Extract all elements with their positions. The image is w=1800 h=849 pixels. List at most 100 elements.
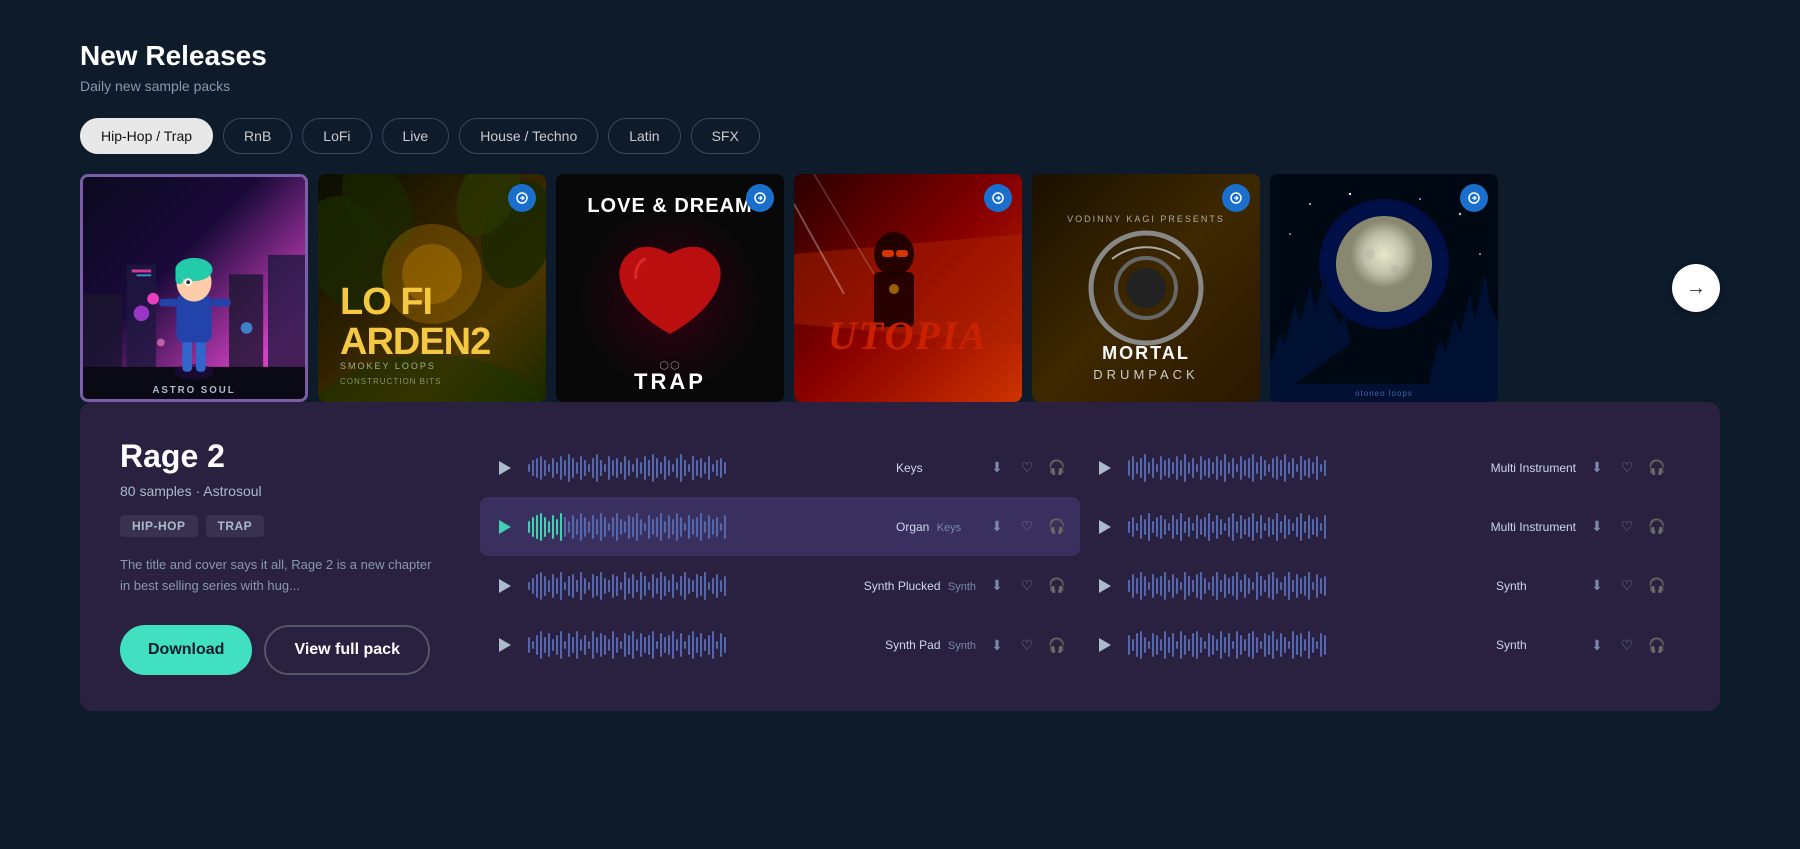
track-headphones-synth1[interactable]: 🎧 bbox=[1646, 575, 1668, 597]
track-play-keys[interactable] bbox=[492, 455, 518, 481]
track-row-synth1[interactable]: Synth ⬇ ♡ 🎧 bbox=[1080, 556, 1680, 615]
waveform-multi2 bbox=[1128, 509, 1481, 545]
track-download-multi1[interactable]: ⬇ bbox=[1586, 457, 1608, 479]
pack-tags: HIP-HOP TRAP bbox=[120, 515, 440, 537]
track-download-keys[interactable]: ⬇ bbox=[986, 457, 1008, 479]
track-play-synth-plucked[interactable] bbox=[492, 573, 518, 599]
svg-text:LO FI: LO FI bbox=[340, 281, 432, 323]
track-heart-multi1[interactable]: ♡ bbox=[1616, 457, 1638, 479]
play-icon-synth-plucked bbox=[499, 579, 511, 593]
album-card-mortal[interactable]: VODINNY KAGI PRESENTS MORTAL DRUMPACK bbox=[1032, 174, 1260, 402]
track-play-multi1[interactable] bbox=[1092, 455, 1118, 481]
svg-text:TRAP: TRAP bbox=[634, 369, 706, 394]
svg-text:SMOKEY LOOPS: SMOKEY LOOPS bbox=[340, 361, 436, 371]
track-row-multi1[interactable]: Multi Instrument ⬇ ♡ 🎧 bbox=[1080, 438, 1680, 497]
track-actions-organ: ⬇ ♡ 🎧 bbox=[986, 516, 1068, 538]
track-headphones-synth-plucked[interactable]: 🎧 bbox=[1046, 575, 1068, 597]
album-loop-icon-moon[interactable] bbox=[1460, 184, 1488, 212]
album-art-rage2: ASTRO SOUL bbox=[83, 177, 305, 399]
genre-tab-latin[interactable]: Latin bbox=[608, 118, 680, 154]
track-secondary-synth-plucked: Synth bbox=[948, 581, 976, 593]
tag-trap: TRAP bbox=[206, 515, 265, 537]
waveform-keys bbox=[528, 450, 886, 486]
genre-tab-house-techno[interactable]: House / Techno bbox=[459, 118, 598, 154]
track-play-multi2[interactable] bbox=[1092, 514, 1118, 540]
track-row-synth-plucked[interactable]: Synth Plucked Synth ⬇ ♡ 🎧 bbox=[480, 556, 1080, 615]
album-card-utopia[interactable]: UTOPIA bbox=[794, 174, 1022, 402]
track-label-multi1: Multi Instrument bbox=[1491, 461, 1576, 475]
album-loop-icon-love[interactable] bbox=[746, 184, 774, 212]
track-headphones-keys[interactable]: 🎧 bbox=[1046, 457, 1068, 479]
track-row-synth-pad[interactable]: Synth Pad Synth ⬇ ♡ 🎧 bbox=[480, 615, 1080, 674]
download-button[interactable]: Download bbox=[120, 625, 252, 675]
album-loop-icon-utopia[interactable] bbox=[984, 184, 1012, 212]
genre-tab-lofi[interactable]: LoFi bbox=[302, 118, 371, 154]
play-icon-multi1 bbox=[1099, 461, 1111, 475]
track-actions-synth1: ⬇ ♡ 🎧 bbox=[1586, 575, 1668, 597]
track-row-multi2[interactable]: Multi Instrument ⬇ ♡ 🎧 bbox=[1080, 497, 1680, 556]
track-actions-synth-pad: ⬇ ♡ 🎧 bbox=[986, 634, 1068, 656]
track-download-organ[interactable]: ⬇ bbox=[986, 516, 1008, 538]
track-play-synth2[interactable] bbox=[1092, 632, 1118, 658]
genre-tab-live[interactable]: Live bbox=[382, 118, 450, 154]
track-download-synth-plucked[interactable]: ⬇ bbox=[986, 575, 1008, 597]
track-heart-synth1[interactable]: ♡ bbox=[1616, 575, 1638, 597]
track-row-organ[interactable]: Organ Keys ⬇ ♡ 🎧 bbox=[480, 497, 1080, 556]
track-label-keys: Keys bbox=[896, 461, 976, 475]
svg-text:MORTAL: MORTAL bbox=[1102, 343, 1190, 363]
track-actions-keys: ⬇ ♡ 🎧 bbox=[986, 457, 1068, 479]
track-headphones-multi2[interactable]: 🎧 bbox=[1646, 516, 1668, 538]
album-art-moon: otoneo loops bbox=[1270, 174, 1498, 402]
track-play-synth1[interactable] bbox=[1092, 573, 1118, 599]
track-actions-multi2: ⬇ ♡ 🎧 bbox=[1586, 516, 1668, 538]
view-full-pack-button[interactable]: View full pack bbox=[264, 625, 430, 675]
album-loop-icon-mortal[interactable] bbox=[1222, 184, 1250, 212]
track-heart-keys[interactable]: ♡ bbox=[1016, 457, 1038, 479]
svg-text:ASTRO SOUL: ASTRO SOUL bbox=[152, 385, 235, 396]
genre-tab-sfx[interactable]: SFX bbox=[691, 118, 760, 154]
album-art-utopia: UTOPIA bbox=[794, 174, 1022, 402]
track-headphones-multi1[interactable]: 🎧 bbox=[1646, 457, 1668, 479]
track-heart-synth-pad[interactable]: ♡ bbox=[1016, 634, 1038, 656]
waveform-synth2 bbox=[1128, 627, 1486, 663]
next-button[interactable]: → bbox=[1672, 264, 1720, 312]
track-actions-synth-plucked: ⬇ ♡ 🎧 bbox=[986, 575, 1068, 597]
track-heart-organ[interactable]: ♡ bbox=[1016, 516, 1038, 538]
track-headphones-synth2[interactable]: 🎧 bbox=[1646, 634, 1668, 656]
track-secondary-organ: Keys bbox=[937, 522, 961, 534]
track-label-synth-pad: Synth Pad Synth bbox=[885, 638, 976, 652]
track-download-synth1[interactable]: ⬇ bbox=[1586, 575, 1608, 597]
genre-tab-rnb[interactable]: RnB bbox=[223, 118, 292, 154]
page-title: New Releases bbox=[80, 40, 1720, 72]
album-card-love-dream[interactable]: ⬡⬡ LOVE & DREAM TRAP bbox=[556, 174, 784, 402]
album-card-rage2[interactable]: ASTRO SOUL bbox=[80, 174, 308, 402]
waveform-multi1 bbox=[1128, 450, 1481, 486]
track-row-keys[interactable]: Keys ⬇ ♡ 🎧 bbox=[480, 438, 1080, 497]
album-loop-icon-lofi[interactable] bbox=[508, 184, 536, 212]
track-download-multi2[interactable]: ⬇ bbox=[1586, 516, 1608, 538]
track-label-organ: Organ Keys bbox=[896, 520, 976, 534]
play-icon-organ bbox=[499, 520, 511, 534]
track-heart-synth2[interactable]: ♡ bbox=[1616, 634, 1638, 656]
track-row-synth2[interactable]: Synth ⬇ ♡ 🎧 bbox=[1080, 615, 1680, 674]
next-arrow-icon: → bbox=[1686, 277, 1706, 300]
track-play-organ[interactable] bbox=[492, 514, 518, 540]
track-headphones-organ[interactable]: 🎧 bbox=[1046, 516, 1068, 538]
track-label-synth2: Synth bbox=[1496, 638, 1576, 652]
pack-title: Rage 2 bbox=[120, 438, 440, 475]
play-icon-synth-pad bbox=[499, 638, 511, 652]
pack-meta: 80 samples · Astrosoul bbox=[120, 483, 440, 499]
genre-tab-hiphop-trap[interactable]: Hip-Hop / Trap bbox=[80, 118, 213, 154]
track-heart-synth-plucked[interactable]: ♡ bbox=[1016, 575, 1038, 597]
track-download-synth-pad[interactable]: ⬇ bbox=[986, 634, 1008, 656]
track-download-synth2[interactable]: ⬇ bbox=[1586, 634, 1608, 656]
track-secondary-synth-pad: Synth bbox=[948, 640, 976, 652]
pack-description: The title and cover says it all, Rage 2 … bbox=[120, 555, 440, 597]
track-heart-multi2[interactable]: ♡ bbox=[1616, 516, 1638, 538]
album-card-lofi-arden2[interactable]: LO FI ARDEN2 SMOKEY LOOPS CONSTRUCTION B… bbox=[318, 174, 546, 402]
track-headphones-synth-pad[interactable]: 🎧 bbox=[1046, 634, 1068, 656]
album-card-night-moon[interactable]: otoneo loops bbox=[1270, 174, 1498, 402]
play-icon-keys bbox=[499, 461, 511, 475]
track-play-synth-pad[interactable] bbox=[492, 632, 518, 658]
svg-text:VODINNY KAGI PRESENTS: VODINNY KAGI PRESENTS bbox=[1067, 214, 1225, 224]
